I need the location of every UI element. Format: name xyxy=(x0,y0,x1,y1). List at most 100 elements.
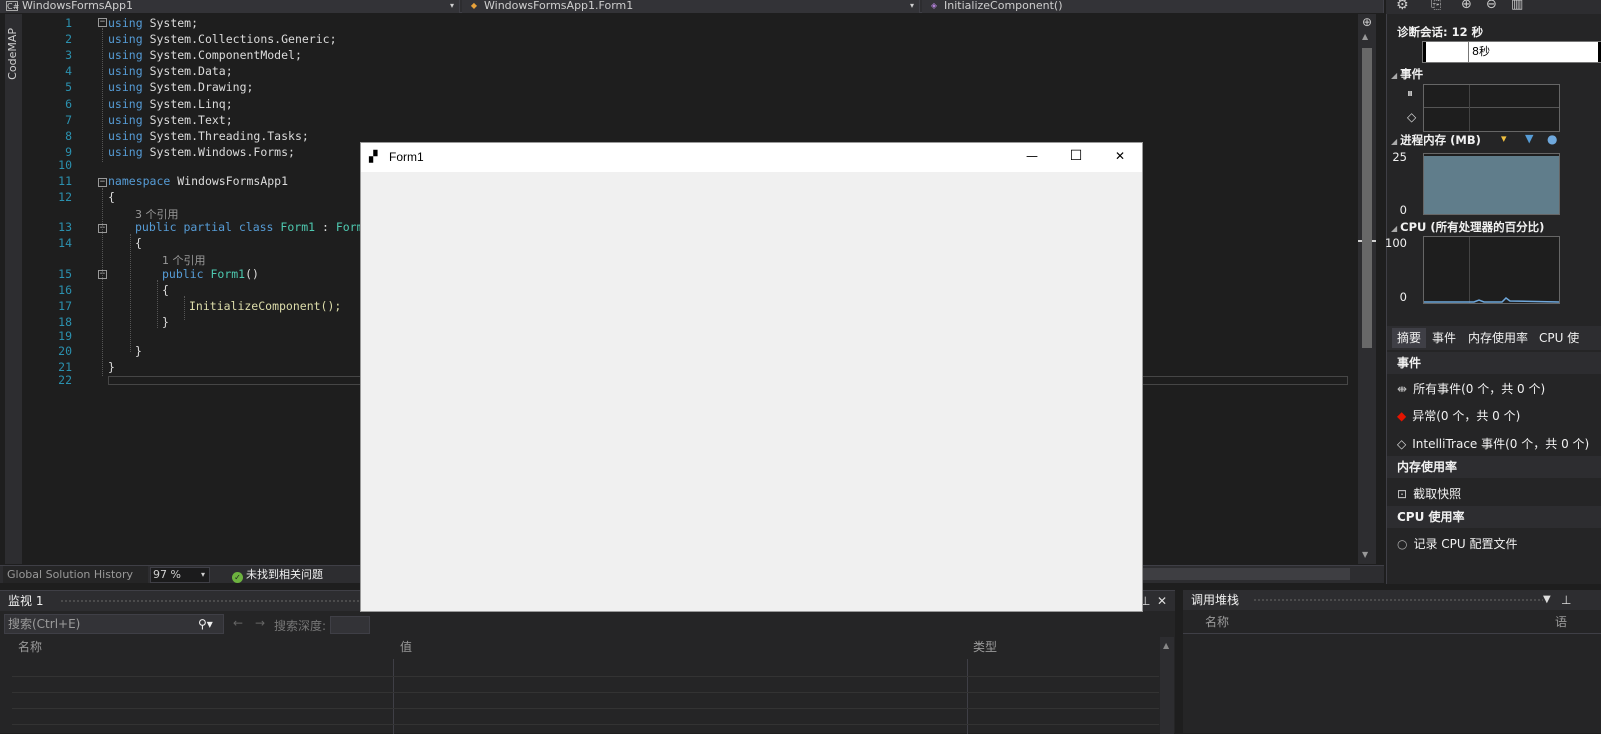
events-track xyxy=(1423,84,1560,132)
timeline-label: 8秒 xyxy=(1472,45,1490,58)
col-name[interactable]: 名称 xyxy=(1205,612,1229,632)
line-number: 21 xyxy=(58,360,72,374)
watch-scrollbar[interactable]: ▲ xyxy=(1160,637,1174,734)
events-icon: ⇼ xyxy=(1397,382,1408,396)
all-events-link[interactable]: ⇼ 所有事件(0 个，共 0 个) xyxy=(1397,380,1545,397)
back-arrow-icon[interactable]: ← xyxy=(233,616,243,630)
minimize-button[interactable]: — xyxy=(1010,143,1054,172)
search-icon[interactable]: ⚲▾ xyxy=(198,615,213,633)
line-number: 7 xyxy=(65,113,72,127)
exception-diamond-icon: ◆ xyxy=(1397,409,1407,423)
callstack-title: 调用堆栈 xyxy=(1191,593,1240,607)
mem-axis-max: 25 xyxy=(1392,150,1407,164)
class-dropdown[interactable]: ◆ WindowsFormsApp1.Form1 ▾ xyxy=(462,0,920,13)
watch-search-input[interactable]: 搜索(Ctrl+E) ⚲▾ xyxy=(4,614,224,634)
chevron-down-icon: ▾ xyxy=(200,570,205,579)
line-number: 20 xyxy=(58,344,72,358)
mem-axis-min: 0 xyxy=(1399,203,1407,217)
memory-section-title[interactable]: ◢ 进程内存 (MB) xyxy=(1391,132,1481,148)
form1-window[interactable]: ▞ Form1 — ☐ ✕ xyxy=(360,142,1143,612)
settings-gear-icon[interactable]: ⚙ xyxy=(1396,0,1409,13)
project-label: WindowsFormsApp1 xyxy=(22,0,134,12)
callstack-title-bar: 调用堆栈 ▼ ⊥ xyxy=(1183,590,1601,610)
forward-arrow-icon[interactable]: → xyxy=(255,616,265,630)
scroll-down-icon[interactable]: ▼ xyxy=(1362,550,1368,559)
code-line: using System.Linq; xyxy=(108,97,233,111)
zoom-dropdown[interactable]: 97 % ▾ xyxy=(150,567,210,583)
close-icon[interactable]: ✕ xyxy=(1157,591,1167,611)
summary-events-header: 事件 xyxy=(1387,352,1601,374)
split-icon[interactable]: ⊕ xyxy=(1360,16,1374,30)
tab-cpu-usage[interactable]: CPU 使 xyxy=(1534,328,1584,348)
codelens-references[interactable]: 1 个引用 xyxy=(162,252,206,268)
timeline-ruler[interactable]: 8秒 xyxy=(1422,41,1601,63)
line-number: 15 xyxy=(58,267,72,281)
scroll-up-icon[interactable]: ▲ xyxy=(1362,32,1368,41)
col-language[interactable]: 语 xyxy=(1555,612,1567,632)
code-line: using System.Collections.Generic; xyxy=(108,32,337,46)
global-solution-history[interactable]: Global Solution History xyxy=(3,566,148,583)
drag-grip[interactable] xyxy=(1253,598,1543,602)
code-line: } xyxy=(162,315,169,329)
codemap-tab[interactable]: CodeMAP xyxy=(5,14,22,564)
scroll-up-icon[interactable]: ▲ xyxy=(1163,641,1169,650)
member-dropdown[interactable]: ◈ InitializeComponent() xyxy=(922,0,1384,13)
project-dropdown[interactable]: C# WindowsFormsApp1 ▾ xyxy=(0,0,460,13)
form1-title-bar[interactable]: ▞ Form1 — ☐ ✕ xyxy=(361,143,1142,172)
cpu-chart[interactable] xyxy=(1423,236,1560,304)
record-circle-icon: ○ xyxy=(1397,537,1408,551)
table-row[interactable] xyxy=(12,677,1159,693)
csharp-project-icon: C# xyxy=(6,1,20,11)
events-section-title[interactable]: ◢ 事件 xyxy=(1391,66,1423,82)
navigation-bar: C# WindowsFormsApp1 ▾ ◆ WindowsFormsApp1… xyxy=(0,0,1384,13)
class-label: WindowsFormsApp1.Form1 xyxy=(484,0,634,12)
timeline-handle-left[interactable] xyxy=(1423,42,1426,62)
summary-memory-header: 内存使用率 xyxy=(1387,456,1601,478)
col-name[interactable]: 名称 xyxy=(18,637,42,657)
snapshot-marker-icon: ▼ xyxy=(1525,132,1534,145)
code-line: using System.Windows.Forms; xyxy=(108,145,295,159)
tab-memory-usage[interactable]: 内存使用率 xyxy=(1463,328,1533,348)
issues-indicator[interactable]: ✓ 未找到相关问题 xyxy=(232,566,323,583)
chevron-down-icon: ▾ xyxy=(449,1,454,10)
col-type[interactable]: 类型 xyxy=(973,637,997,657)
take-snapshot-button[interactable]: ⊡ 截取快照 xyxy=(1397,485,1461,502)
reset-view-icon[interactable]: ▥ xyxy=(1511,0,1523,12)
line-number: 6 xyxy=(65,97,72,111)
table-row[interactable] xyxy=(12,661,1159,677)
zoom-out-icon[interactable]: ⊖ xyxy=(1486,0,1497,12)
fold-guide xyxy=(102,188,103,376)
table-row[interactable] xyxy=(12,709,1159,725)
search-depth-dropdown[interactable] xyxy=(330,616,370,634)
collapse-icon[interactable]: − xyxy=(98,178,107,187)
class-icon: ◆ xyxy=(470,1,478,10)
zoom-value: 97 % xyxy=(153,568,181,581)
watch-title: 监视 1 xyxy=(8,594,44,608)
tab-summary[interactable]: 摘要 xyxy=(1392,328,1427,348)
codemap-label: CodeMAP xyxy=(6,28,19,80)
zoom-in-icon[interactable]: ⊕ xyxy=(1461,0,1472,12)
intellitrace-link[interactable]: ◇ IntelliTrace 事件(0 个，共 0 个) xyxy=(1397,435,1589,452)
scrollbar-thumb[interactable] xyxy=(1362,48,1372,348)
maximize-button[interactable]: ☐ xyxy=(1054,143,1098,172)
pin-icon[interactable]: ⊥ xyxy=(1561,590,1571,610)
line-number: 22 xyxy=(58,373,72,387)
line-number: 17 xyxy=(58,299,72,313)
line-number: 3 xyxy=(65,48,72,62)
table-row[interactable] xyxy=(12,693,1159,709)
collapse-icon[interactable]: − xyxy=(98,18,107,27)
track-gridline xyxy=(1469,85,1470,131)
close-button[interactable]: ✕ xyxy=(1098,143,1142,172)
tab-events[interactable]: 事件 xyxy=(1427,328,1461,348)
col-value[interactable]: 值 xyxy=(400,637,412,657)
export-icon[interactable]: ⎘ xyxy=(1431,0,1441,12)
memory-chart[interactable] xyxy=(1423,153,1560,215)
record-cpu-profile-button[interactable]: ○ 记录 CPU 配置文件 xyxy=(1397,535,1518,552)
line-number: 2 xyxy=(65,32,72,46)
diagnostics-toolbar: ⚙ ⎘ ⊕ ⊖ ▥ xyxy=(1386,0,1601,14)
cpu-section-title[interactable]: ◢ CPU (所有处理器的百分比) xyxy=(1391,219,1544,235)
line-number: 12 xyxy=(58,190,72,204)
code-line: public Form1() xyxy=(162,267,259,281)
exceptions-link[interactable]: ◆ 异常(0 个，共 0 个) xyxy=(1397,407,1520,424)
chevron-down-icon[interactable]: ▼ xyxy=(1543,590,1551,610)
